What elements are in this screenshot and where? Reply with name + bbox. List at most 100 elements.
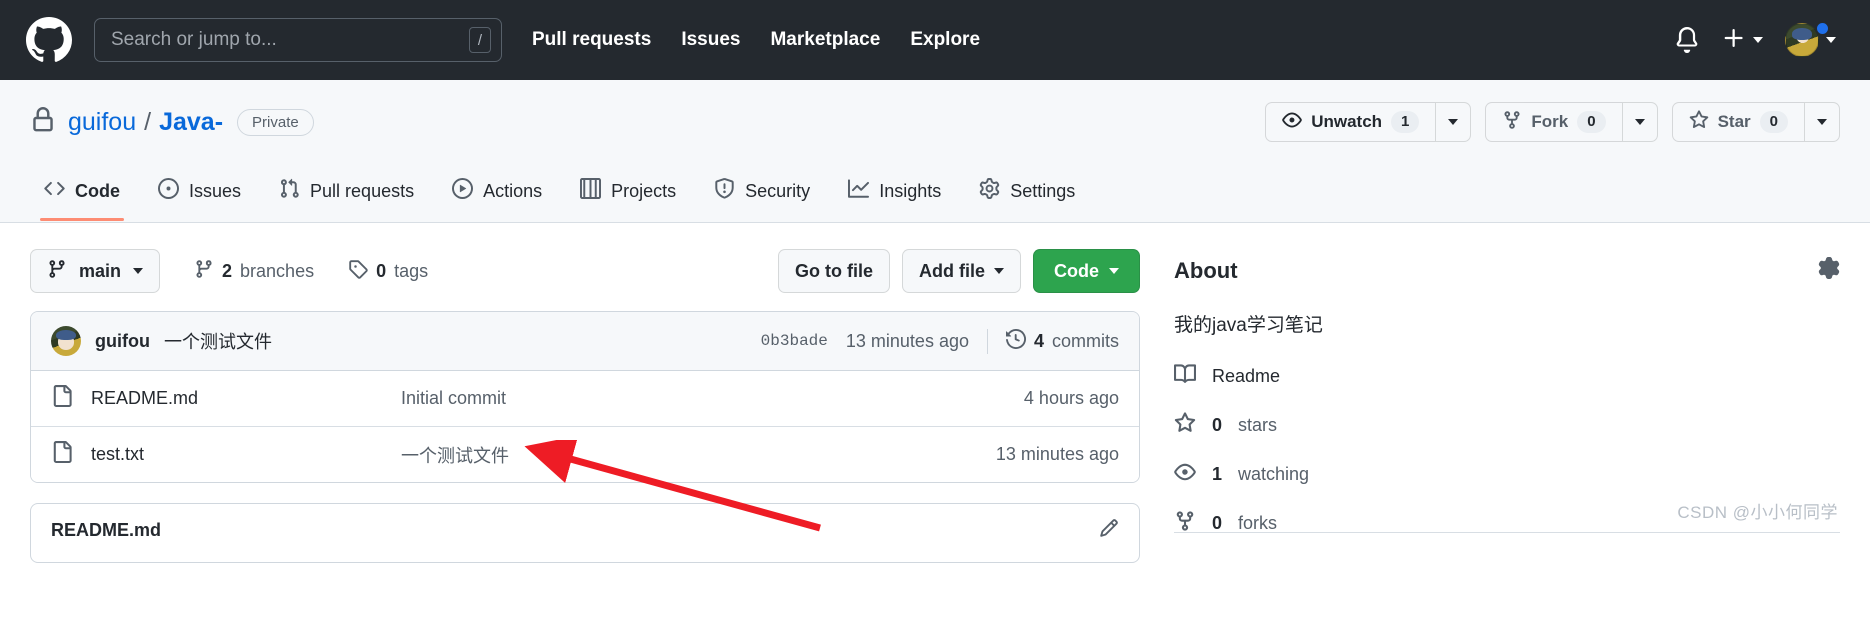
tab-label: Security xyxy=(745,180,811,201)
forks-count: 0 xyxy=(1212,513,1223,533)
unwatch-button[interactable]: Unwatch 1 xyxy=(1265,102,1436,142)
commit-message[interactable]: 一个测试文件 xyxy=(164,328,272,354)
star-icon xyxy=(1174,412,1196,439)
commit-time: 13 minutes ago xyxy=(845,330,969,351)
chevron-down-icon xyxy=(994,268,1004,274)
gear-icon xyxy=(979,178,1000,204)
go-to-file-button[interactable]: Go to file xyxy=(778,249,890,293)
about-header: About xyxy=(1174,257,1840,284)
tags-label: tags xyxy=(394,260,429,281)
star-button[interactable]: Star 0 xyxy=(1671,102,1804,142)
table-row[interactable]: test.txt 一个测试文件 13 minutes ago xyxy=(31,427,1139,482)
file-commit-message[interactable]: Initial commit xyxy=(401,388,506,409)
commits-count-link[interactable]: 4 commits xyxy=(986,328,1119,354)
file-toolbar: main 2 branches 0 tags Go to file Add fi… xyxy=(30,249,1140,293)
tab-insights[interactable]: Insights xyxy=(834,168,955,222)
star-icon xyxy=(1689,109,1709,135)
repository-title-row: guifou / Java- Private Unwatch 1 Fork 0 … xyxy=(30,102,1840,142)
watchers-count: 1 xyxy=(1212,464,1223,484)
table-icon xyxy=(580,178,602,204)
fork-count: 0 xyxy=(1577,111,1606,133)
tab-pull-requests[interactable]: Pull requests xyxy=(265,168,428,222)
file-name[interactable]: README.md xyxy=(91,388,401,409)
add-file-label: Add file xyxy=(919,260,985,281)
commit-author[interactable]: guifou xyxy=(95,331,150,352)
commit-sha[interactable]: 0b3bade xyxy=(761,332,828,350)
watchers-label: watching xyxy=(1238,464,1310,484)
file-icon xyxy=(51,441,73,468)
tags-count: 0 xyxy=(376,260,387,281)
tab-issues[interactable]: Issues xyxy=(144,168,255,222)
search-input[interactable]: Search or jump to... / xyxy=(94,18,502,62)
global-header: Search or jump to... / Pull requests Iss… xyxy=(0,0,1870,80)
tab-settings[interactable]: Settings xyxy=(965,168,1089,222)
code-button[interactable]: Code xyxy=(1033,249,1140,293)
breadcrumb: guifou / Java- xyxy=(68,108,223,137)
repo-owner-link[interactable]: guifou xyxy=(68,108,136,137)
repo-forked-icon xyxy=(1502,110,1522,135)
watermark: CSDN @小小何同学 xyxy=(1677,503,1838,522)
pencil-icon[interactable] xyxy=(1099,518,1119,543)
user-menu[interactable] xyxy=(1785,21,1836,57)
file-toolbar-actions: Go to file Add file Code xyxy=(778,249,1140,293)
nav-issues[interactable]: Issues xyxy=(681,29,740,51)
bell-icon[interactable] xyxy=(1674,27,1700,53)
watch-count: 1 xyxy=(1391,111,1420,133)
readme-title: README.md xyxy=(51,520,162,540)
branch-selector-button[interactable]: main xyxy=(30,249,161,293)
file-time: 4 hours ago xyxy=(1023,388,1119,408)
branches-count: 2 xyxy=(222,260,233,281)
tag-icon xyxy=(348,259,368,284)
tab-label: Settings xyxy=(1010,180,1076,201)
tab-projects[interactable]: Projects xyxy=(566,168,690,222)
eye-icon xyxy=(1282,110,1303,135)
watchers-link[interactable]: 1 watching xyxy=(1174,461,1840,488)
fork-button[interactable]: Fork 0 xyxy=(1485,102,1622,142)
github-mark-icon[interactable] xyxy=(26,17,72,63)
file-commit-message[interactable]: 一个测试文件 xyxy=(401,442,509,468)
page-title: About xyxy=(1174,257,1238,283)
file-time: 13 minutes ago xyxy=(995,444,1119,464)
readme-label: Readme xyxy=(1212,366,1281,386)
graph-icon xyxy=(848,178,870,204)
shield-icon xyxy=(714,178,735,204)
stars-link[interactable]: 0 stars xyxy=(1174,412,1840,439)
star-count: 0 xyxy=(1759,111,1788,133)
nav-explore[interactable]: Explore xyxy=(910,29,980,51)
stars-label: stars xyxy=(1238,415,1278,435)
fork-dropdown-button[interactable] xyxy=(1621,102,1658,142)
chevron-down-icon xyxy=(1817,119,1827,125)
chevron-down-icon xyxy=(133,268,144,274)
issue-opened-icon xyxy=(158,178,179,204)
add-file-button[interactable]: Add file xyxy=(902,249,1021,293)
book-icon xyxy=(1174,363,1197,390)
readme-card: README.md xyxy=(30,503,1140,563)
avatar xyxy=(1785,23,1819,57)
nav-marketplace[interactable]: Marketplace xyxy=(770,29,880,51)
file-name[interactable]: test.txt xyxy=(91,444,401,465)
repository-nav-tabs: Code Issues Pull requests Actions Projec… xyxy=(30,168,1840,222)
tab-security[interactable]: Security xyxy=(700,168,824,222)
repo-name-link[interactable]: Java- xyxy=(159,108,223,137)
star-label: Star xyxy=(1717,112,1751,131)
tab-label: Issues xyxy=(189,180,242,201)
file-browser-column: main 2 branches 0 tags Go to file Add fi… xyxy=(30,249,1140,563)
tags-link[interactable]: 0 tags xyxy=(348,259,428,284)
star-dropdown-button[interactable] xyxy=(1804,102,1840,142)
tab-code[interactable]: Code xyxy=(30,168,134,222)
repository-header: guifou / Java- Private Unwatch 1 Fork 0 … xyxy=(0,80,1870,223)
readme-header: README.md xyxy=(31,504,1139,557)
watch-dropdown-button[interactable] xyxy=(1435,102,1472,142)
file-icon xyxy=(51,385,73,412)
create-new-menu[interactable] xyxy=(1722,26,1763,55)
gear-icon[interactable] xyxy=(1818,257,1840,284)
lock-icon xyxy=(30,106,56,138)
repository-body: main 2 branches 0 tags Go to file Add fi… xyxy=(0,223,1870,563)
breadcrumb-separator: / xyxy=(144,107,152,136)
tab-actions[interactable]: Actions xyxy=(438,168,556,222)
nav-pull-requests[interactable]: Pull requests xyxy=(532,29,651,51)
readme-link[interactable]: Readme xyxy=(1174,363,1840,390)
chevron-down-icon xyxy=(1109,268,1119,274)
branches-link[interactable]: 2 branches xyxy=(194,259,314,284)
table-row[interactable]: README.md Initial commit 4 hours ago xyxy=(31,371,1139,427)
